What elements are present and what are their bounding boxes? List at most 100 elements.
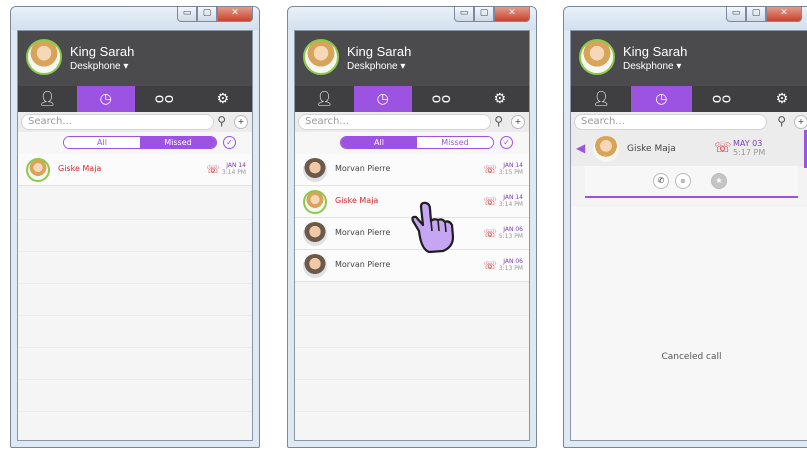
- back-arrow-icon[interactable]: ◀: [576, 141, 585, 155]
- tab-contacts[interactable]: 👤︎: [571, 86, 631, 112]
- avatar: [303, 190, 327, 214]
- caller-name: Morvan Pierre: [335, 228, 391, 237]
- tab-voicemail[interactable]: ᴑᴑ: [692, 86, 752, 112]
- avatar: [303, 158, 327, 182]
- missed-call-icon: ☏: [483, 195, 497, 208]
- profile-name: King Sarah: [70, 44, 135, 59]
- missed-call-icon: ☏: [714, 140, 732, 156]
- profile-name: King Sarah: [623, 44, 688, 59]
- title-bar: ▭ ▢ ✕: [564, 7, 807, 30]
- history-icon: ◷: [99, 91, 112, 107]
- voicemail-icon: ᴑᴑ: [431, 91, 451, 107]
- empty-list-area: [295, 284, 529, 440]
- close-button[interactable]: ✕: [766, 7, 802, 22]
- window-missed-filter: ▭ ▢ ✕ King Sarah Deskphone ▾ 👤︎ ◷ ᴑᴑ ⚙ S…: [10, 6, 260, 448]
- call-detail-body: Canceled call: [571, 207, 807, 440]
- profile-header: King Sarah Deskphone ▾: [571, 31, 807, 86]
- tab-settings[interactable]: ⚙: [194, 86, 253, 112]
- call-time: JAN 06 3:13 PM: [498, 258, 523, 272]
- voicemail-icon: ᴑᴑ: [712, 91, 732, 107]
- close-button[interactable]: ✕: [217, 7, 253, 22]
- close-button[interactable]: ✕: [494, 7, 530, 22]
- device-selector[interactable]: Deskphone ▾: [623, 61, 681, 72]
- device-selector[interactable]: Deskphone ▾: [70, 61, 128, 72]
- search-icon[interactable]: ⚲: [217, 114, 226, 128]
- profile-name: King Sarah: [347, 44, 412, 59]
- list-item[interactable]: Morvan Pierre ☏ JAN 14 3:15 PM: [295, 154, 529, 186]
- call-time: JAN 06 5:13 PM: [498, 226, 523, 240]
- maximize-button[interactable]: ▢: [474, 7, 494, 22]
- add-contact-icon[interactable]: +: [511, 115, 525, 129]
- user-icon: 👤︎: [315, 91, 334, 107]
- avatar: [303, 254, 327, 278]
- missed-call-icon: ☏: [483, 163, 497, 176]
- gear-icon: ⚙: [493, 91, 507, 107]
- empty-list-area: [18, 188, 252, 440]
- call-time: JAN 14 3:14 PM: [221, 162, 246, 176]
- missed-call-icon: ☏: [206, 163, 220, 176]
- profile-header: King Sarah Deskphone ▾: [295, 31, 529, 86]
- tab-voicemail[interactable]: ᴑᴑ: [135, 86, 194, 112]
- call-time: JAN 14 3:15 PM: [498, 162, 523, 176]
- list-item[interactable]: Morvan Pierre ☏ JAN 06 3:13 PM: [295, 250, 529, 282]
- avatar[interactable]: [303, 39, 339, 75]
- search-input[interactable]: Search...: [298, 114, 491, 130]
- filter-missed-button[interactable]: Missed: [417, 137, 493, 148]
- tab-settings[interactable]: ⚙: [752, 86, 807, 112]
- filter-all-button[interactable]: All: [341, 137, 417, 148]
- profile-header: King Sarah Deskphone ▾: [18, 31, 252, 86]
- avatar[interactable]: [579, 39, 615, 75]
- minimize-button[interactable]: ▭: [454, 7, 474, 22]
- search-input[interactable]: Search...: [21, 114, 214, 130]
- caller-name: Morvan Pierre: [335, 164, 391, 173]
- select-check-icon[interactable]: ✓: [500, 136, 513, 149]
- tab-voicemail[interactable]: ᴑᴑ: [412, 86, 471, 112]
- tab-contacts[interactable]: 👤︎: [295, 86, 354, 112]
- phone-icon[interactable]: ✆: [653, 173, 669, 189]
- history-icon: ◷: [376, 91, 389, 107]
- history-icon: ◷: [655, 91, 668, 107]
- search-icon[interactable]: ⚲: [777, 114, 786, 128]
- pointer-hand-icon: [411, 201, 455, 253]
- caller-name: Morvan Pierre: [335, 260, 391, 269]
- maximize-button[interactable]: ▢: [746, 7, 766, 22]
- avatar: [593, 136, 619, 162]
- filter-all-button[interactable]: All: [64, 137, 140, 148]
- tab-settings[interactable]: ⚙: [471, 86, 530, 112]
- caller-name: Giske Maja: [335, 196, 379, 205]
- caller-name: Giske Maja: [58, 164, 102, 173]
- call-time: MAY 03 5:17 PM: [733, 139, 766, 157]
- star-icon[interactable]: ★: [711, 173, 727, 189]
- list-item[interactable]: Giske Maja ☏ JAN 14 3:14 PM: [18, 154, 252, 186]
- tab-history[interactable]: ◷: [353, 86, 412, 112]
- select-check-icon[interactable]: ✓: [223, 136, 236, 149]
- add-contact-icon[interactable]: +: [794, 115, 807, 129]
- filter-missed-button[interactable]: Missed: [140, 137, 216, 148]
- action-bar: ✆ ▪ ★: [585, 166, 798, 198]
- tab-history[interactable]: ◷: [76, 86, 135, 112]
- window-all-calls: ▭ ▢ ✕ King Sarah Deskphone ▾ 👤︎ ◷ ᴑᴑ ⚙ S…: [287, 6, 537, 448]
- minimize-button[interactable]: ▭: [177, 7, 197, 22]
- add-contact-icon[interactable]: +: [234, 115, 248, 129]
- incoming-call-icon: ☏: [483, 227, 497, 240]
- call-filter-toggle: All Missed: [340, 136, 494, 149]
- window-call-detail: ▭ ▢ ✕ King Sarah Deskphone ▾ 👤︎ ◷ ᴑᴑ ⚙ S…: [563, 6, 807, 448]
- minimize-button[interactable]: ▭: [726, 7, 746, 22]
- gear-icon: ⚙: [775, 91, 789, 107]
- voicemail-icon: ᴑᴑ: [154, 91, 174, 107]
- maximize-button[interactable]: ▢: [197, 7, 217, 22]
- call-filter-toggle: All Missed: [63, 136, 217, 149]
- tab-history[interactable]: ◷: [631, 86, 692, 112]
- avatar[interactable]: [26, 39, 62, 75]
- missed-call-icon: ☏: [483, 259, 497, 272]
- chat-icon[interactable]: ▪: [675, 173, 691, 189]
- title-bar: ▭ ▢ ✕: [11, 7, 259, 30]
- search-input[interactable]: Search...: [574, 114, 767, 130]
- device-selector[interactable]: Deskphone ▾: [347, 61, 405, 72]
- contact-name: Giske Maja: [627, 144, 676, 154]
- call-time: JAN 14 3:14 PM: [498, 194, 523, 208]
- call-detail-header: ◀ Giske Maja ☏ MAY 035:17 PM 🗑︎: [571, 130, 807, 168]
- search-icon[interactable]: ⚲: [494, 114, 503, 128]
- tab-contacts[interactable]: 👤︎: [18, 86, 77, 112]
- gear-icon: ⚙: [216, 91, 230, 107]
